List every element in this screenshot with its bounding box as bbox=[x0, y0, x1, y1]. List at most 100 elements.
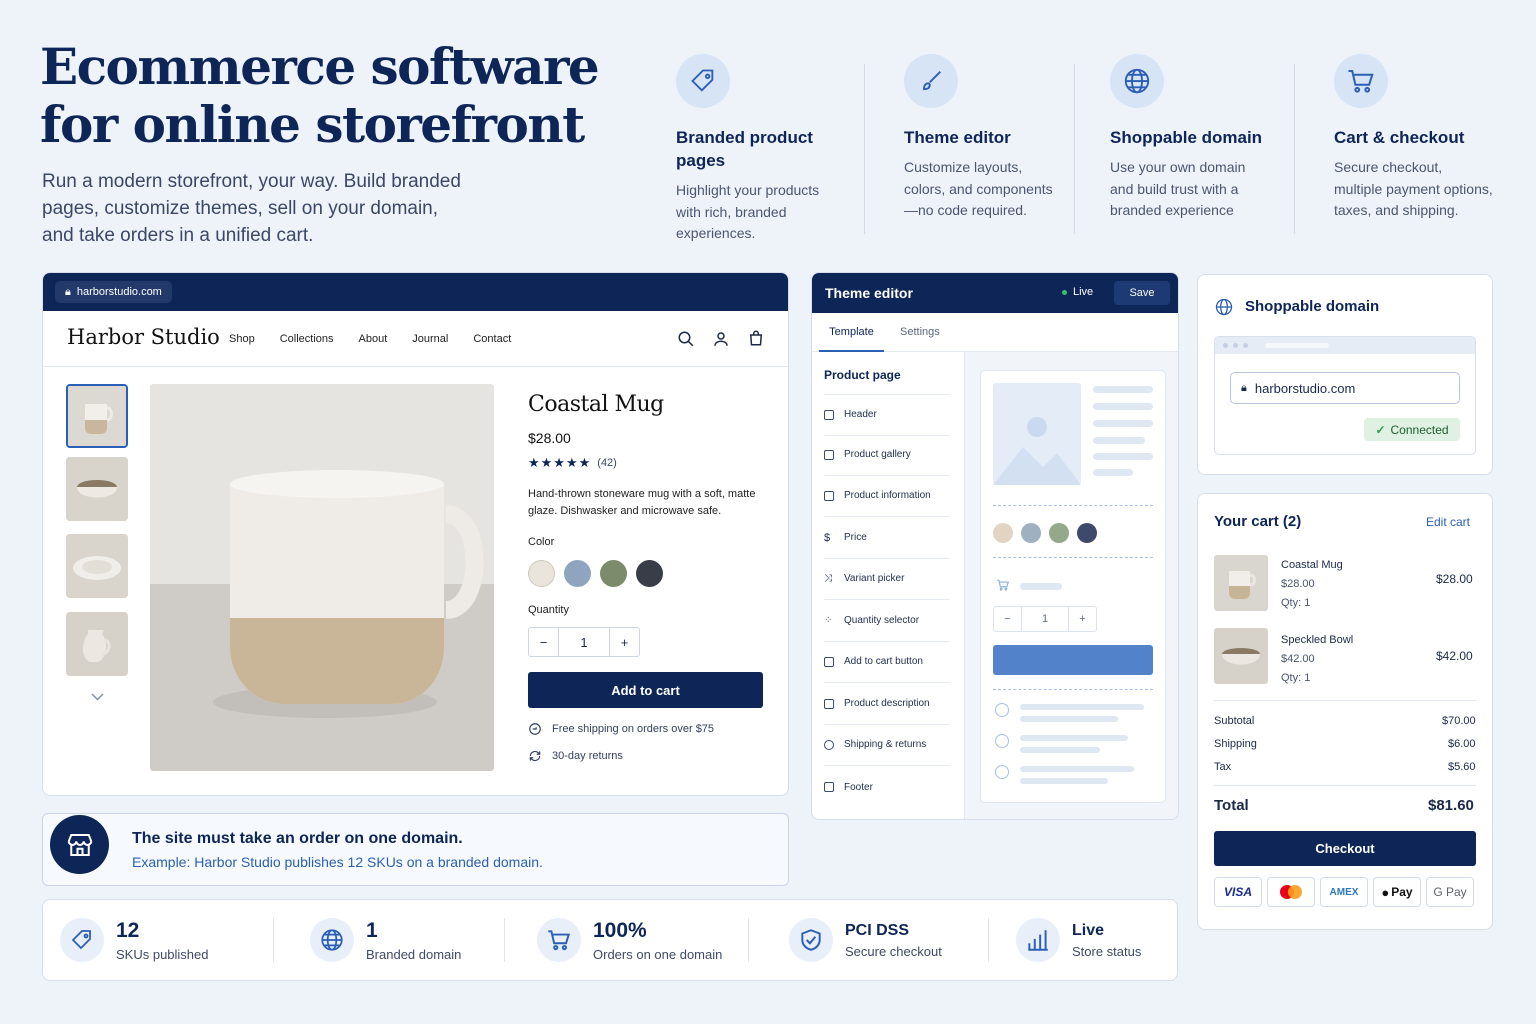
decrement-button[interactable]: − bbox=[994, 607, 1022, 631]
color-swatch[interactable] bbox=[600, 560, 627, 587]
edit-cart-link[interactable]: Edit cart bbox=[1426, 515, 1470, 529]
total-value: $81.60 bbox=[1428, 797, 1474, 814]
editor-item-quantity-selector[interactable]: ⁘ Quantity selector bbox=[824, 600, 950, 642]
shipping-label: Shipping bbox=[1214, 738, 1257, 750]
tab-settings[interactable]: Settings bbox=[900, 326, 940, 338]
increment-button[interactable]: + bbox=[609, 628, 639, 656]
color-swatch[interactable] bbox=[993, 523, 1013, 543]
feature-shoppable-domain: Shoppable domain Use your own domain and… bbox=[1110, 54, 1270, 222]
product-rating[interactable]: ★★★★★ (42) bbox=[528, 455, 617, 471]
color-swatch[interactable] bbox=[636, 560, 663, 587]
editor-item-price[interactable]: $ Price bbox=[824, 517, 950, 559]
editor-item-label: Add to cart button bbox=[844, 656, 923, 667]
paintbrush-icon bbox=[904, 54, 958, 108]
live-status: Live bbox=[1062, 286, 1093, 298]
lock-icon: 🔒︎ bbox=[65, 285, 71, 298]
product-thumbnail[interactable] bbox=[66, 534, 128, 598]
editor-item-header[interactable]: Header bbox=[824, 394, 950, 436]
stat-label: SKUs published bbox=[116, 946, 209, 962]
product-thumbnail[interactable] bbox=[66, 612, 128, 676]
returns-icon bbox=[824, 739, 834, 750]
store-brand[interactable]: Harbor Studio bbox=[67, 325, 220, 349]
section-icon bbox=[824, 409, 834, 420]
editor-item-label: Header bbox=[844, 409, 877, 420]
feature-desc: Secure checkout, multiple payment option… bbox=[1334, 159, 1493, 218]
tab-template[interactable]: Template bbox=[819, 313, 884, 352]
browser-url-bar[interactable]: 🔒︎ harborstudio.com bbox=[55, 281, 172, 303]
tag-icon bbox=[676, 54, 730, 108]
clock-icon bbox=[995, 765, 1009, 779]
editor-item-footer[interactable]: Footer bbox=[824, 766, 950, 808]
nav-shop[interactable]: Shop bbox=[229, 333, 255, 345]
nav-journal[interactable]: Journal bbox=[412, 333, 448, 345]
stat-label: Secure checkout bbox=[845, 943, 942, 959]
preview-quantity-stepper: − 1 + bbox=[993, 606, 1097, 632]
stat-value: 100% bbox=[593, 918, 647, 942]
color-swatch[interactable] bbox=[1049, 523, 1069, 543]
feature-title: Branded product pages bbox=[676, 128, 813, 170]
nav-collections[interactable]: Collections bbox=[280, 333, 334, 345]
apple-pay-text: Pay bbox=[1391, 885, 1413, 899]
editor-item-label: Variant picker bbox=[844, 573, 905, 584]
add-to-cart-button[interactable]: Add to cart bbox=[528, 672, 763, 708]
chevron-down-icon[interactable] bbox=[91, 692, 104, 702]
shipping-note-text: Free shipping on orders over $75 bbox=[552, 723, 715, 735]
color-swatch[interactable] bbox=[564, 560, 591, 587]
preview-add-to-cart-block[interactable] bbox=[993, 645, 1153, 675]
hero-subtitle: Run a modern storefront, your way. Build… bbox=[42, 171, 461, 246]
feature-cart-checkout: Cart & checkout Secure checkout, multipl… bbox=[1334, 54, 1494, 222]
quantity-value[interactable]: 1 bbox=[559, 628, 609, 656]
lock-icon: 🔒︎ bbox=[1241, 381, 1247, 394]
decrement-button[interactable]: − bbox=[529, 628, 559, 656]
editor-item-shipping-returns[interactable]: Shipping & returns bbox=[824, 724, 950, 766]
cart-icon bbox=[997, 579, 1010, 591]
visa-icon: VISA bbox=[1214, 877, 1262, 907]
connected-text: Connected bbox=[1390, 422, 1449, 437]
cart-item-qty: Qty: 1 bbox=[1281, 597, 1311, 609]
google-pay-icon: G Pay bbox=[1426, 877, 1474, 907]
cart-item-unit-price: $42.00 bbox=[1281, 653, 1315, 665]
checkout-button[interactable]: Checkout bbox=[1214, 831, 1476, 866]
editor-item-product-gallery[interactable]: Product gallery bbox=[824, 434, 950, 476]
tax-label: Tax bbox=[1214, 761, 1232, 773]
grid-dots-icon: ⁘ bbox=[824, 615, 833, 626]
live-dot-icon bbox=[1062, 289, 1067, 295]
product-thumbnail[interactable] bbox=[66, 384, 128, 448]
color-swatch[interactable] bbox=[1077, 523, 1097, 543]
color-swatch[interactable] bbox=[528, 560, 555, 587]
stat-value: Live bbox=[1072, 921, 1105, 939]
cart-item-name[interactable]: Speckled Bowl bbox=[1281, 634, 1353, 646]
increment-button[interactable]: + bbox=[1068, 607, 1096, 631]
stat-label: Store status bbox=[1072, 943, 1142, 959]
editor-item-product-information[interactable]: Product information bbox=[824, 475, 950, 517]
amex-icon: AMEX bbox=[1320, 877, 1368, 907]
stat-value: 1 bbox=[366, 918, 378, 942]
feature-theme-editor: Theme editor Customize layouts, colors, … bbox=[904, 54, 1064, 222]
color-swatch[interactable] bbox=[1021, 523, 1041, 543]
domain-input[interactable]: 🔒︎ harborstudio.com bbox=[1230, 372, 1460, 404]
feature-desc: Use your own domain and build trust with… bbox=[1110, 159, 1246, 218]
editor-item-product-description[interactable]: Product description bbox=[824, 683, 950, 725]
editor-item-add-to-cart-button[interactable]: Add to cart button bbox=[824, 641, 950, 683]
product-thumbnail[interactable] bbox=[66, 457, 128, 521]
bag-icon[interactable] bbox=[747, 329, 765, 347]
product-main-image[interactable] bbox=[150, 384, 494, 771]
nav-about[interactable]: About bbox=[359, 333, 388, 345]
truck-icon bbox=[529, 723, 541, 735]
editor-item-variant-picker[interactable]: ⤨ Variant picker bbox=[824, 558, 950, 600]
domain-title: Shoppable domain bbox=[1245, 298, 1380, 315]
nav-contact[interactable]: Contact bbox=[473, 333, 511, 345]
cart-item-image bbox=[1214, 555, 1268, 611]
search-icon[interactable] bbox=[677, 330, 695, 348]
subtotal-label: Subtotal bbox=[1214, 715, 1255, 727]
section-icon bbox=[824, 698, 834, 709]
stat-value: PCI DSS bbox=[845, 921, 910, 939]
cart-item-unit-price: $28.00 bbox=[1281, 578, 1315, 590]
feature-title: Theme editor bbox=[904, 128, 1011, 147]
cart-item-name[interactable]: Coastal Mug bbox=[1281, 559, 1343, 571]
editor-item-label: Footer bbox=[844, 781, 873, 793]
save-button[interactable]: Save bbox=[1114, 281, 1170, 305]
account-icon[interactable] bbox=[712, 330, 730, 348]
image-placeholder-icon bbox=[993, 383, 1081, 485]
shield-icon bbox=[789, 918, 833, 962]
